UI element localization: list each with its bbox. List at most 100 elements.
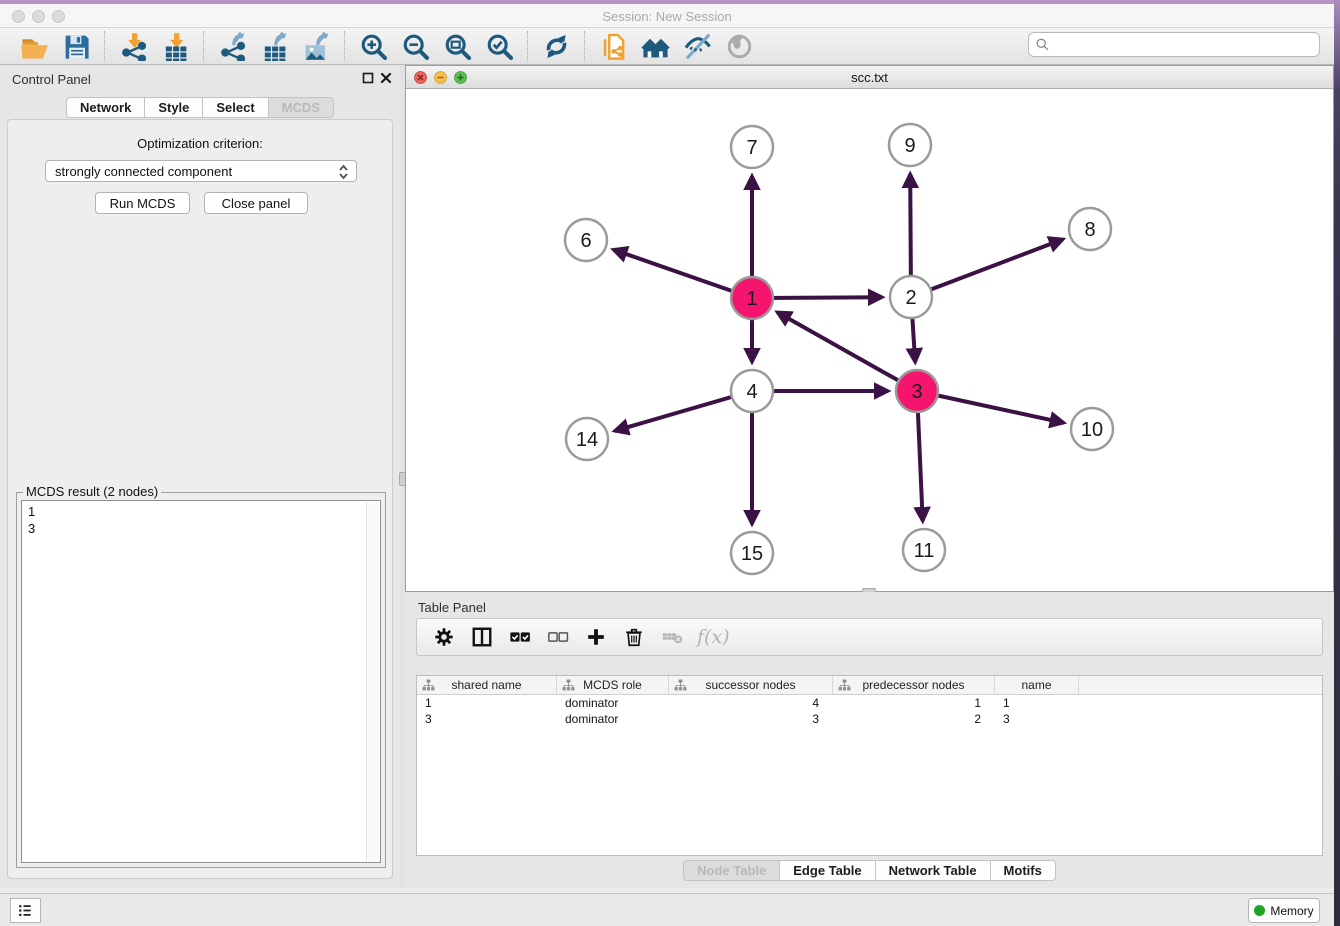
import-network-icon [119,32,148,61]
zoom-in-icon [359,32,388,61]
cell-successor-nodes[interactable]: 3 [669,711,833,727]
table-toolbar: f(x) [416,618,1323,656]
svg-text:1: 1 [746,288,757,310]
close-panel-icon[interactable] [380,72,392,84]
network-from-selection-button[interactable] [595,30,631,62]
column-type-icon [674,679,687,692]
tab-network[interactable]: Network [66,97,145,118]
edge-2-8[interactable] [911,239,1063,297]
tab-style[interactable]: Style [145,97,203,118]
tab-mcds[interactable]: MCDS [269,97,334,118]
memory-button[interactable]: Memory [1248,898,1320,923]
window-title: Session: New Session [0,9,1334,24]
network-canvas-svg[interactable]: 1 2 3 4 6 7 8 9 10 11 14 15 [406,89,1333,591]
show-hidden-button[interactable] [721,30,757,62]
mcds-result-text: 1 3 [28,503,35,537]
tab-node-table[interactable]: Node Table [683,860,780,881]
delete-column-button[interactable] [617,622,650,652]
column-layout-button[interactable] [465,622,498,652]
cell-successor-nodes[interactable]: 4 [669,695,833,711]
zoom-fit-button[interactable] [439,30,475,62]
deselect-all-rows-button[interactable] [541,622,574,652]
table-row[interactable]: 1dominator411 [417,695,1322,711]
svg-text:2: 2 [905,287,916,309]
desktop-edge-right [1334,0,1340,926]
task-history-button[interactable] [10,898,41,923]
search-input[interactable] [1050,35,1319,55]
node-14[interactable]: 14 [566,418,608,460]
import-table-button[interactable] [157,30,193,62]
column-type-icon [562,679,575,692]
import-table-icon [161,32,190,61]
result-scrollbar[interactable] [366,502,379,861]
zoom-selected-button[interactable] [481,30,517,62]
tab-motifs[interactable]: Motifs [991,860,1056,881]
node-6[interactable]: 6 [565,219,607,261]
svg-text:3: 3 [911,381,922,403]
table-row[interactable]: 3dominator323 [417,711,1322,727]
control-panel-titlebar: Control Panel [0,65,400,91]
cell-name[interactable]: 3 [995,711,1079,727]
node-15[interactable]: 15 [731,532,773,574]
cell-shared-name[interactable]: 1 [417,695,557,711]
cell-MCDS-role[interactable]: dominator [557,711,669,727]
tab-edge-table[interactable]: Edge Table [780,860,875,881]
edge-3-1[interactable] [777,312,917,391]
node-7[interactable]: 7 [731,126,773,168]
column-header-successor-nodes[interactable]: successor nodes [669,676,833,694]
delete-column-icon [623,626,645,648]
zoom-fit-icon [443,32,472,61]
node-10[interactable]: 10 [1071,408,1113,450]
task-list-icon [16,901,35,920]
node-4[interactable]: 4 [731,370,773,412]
apply-layout-icon [542,32,571,61]
node-1[interactable]: 1 [731,277,773,319]
apply-layout-button[interactable] [538,30,574,62]
select-all-rows-button[interactable] [503,622,536,652]
node-8[interactable]: 8 [1069,208,1111,250]
cell-predecessor-nodes[interactable]: 2 [833,711,995,727]
cell-shared-name[interactable]: 3 [417,711,557,727]
export-table-button[interactable] [256,30,292,62]
column-header-shared-name[interactable]: shared name [417,676,557,694]
first-neighbors-icon [641,32,670,61]
close-panel-button[interactable]: Close panel [204,192,308,214]
mcds-result-textarea[interactable]: 1 3 [21,500,381,863]
zoom-out-button[interactable] [397,30,433,62]
network-window-titlebar[interactable]: scc.txt [406,66,1333,89]
select-all-rows-icon [509,626,531,648]
node-3[interactable]: 3 [896,370,938,412]
criterion-dropdown-value: strongly connected component [55,164,232,179]
add-column-button[interactable] [579,622,612,652]
control-panel: Control Panel NetworkStyleSelectMCDS Opt… [0,65,400,888]
save-session-button[interactable] [58,30,94,62]
zoom-in-button[interactable] [355,30,391,62]
save-session-icon [62,32,91,61]
column-header-MCDS-role[interactable]: MCDS role [557,676,669,694]
export-image-button[interactable] [298,30,334,62]
tab-network-table[interactable]: Network Table [876,860,991,881]
first-neighbors-button[interactable] [637,30,673,62]
hide-selected-icon [683,32,712,61]
column-header-name[interactable]: name [995,676,1079,694]
settings-gear-button[interactable] [427,622,460,652]
network-view-window: scc.txt 1 2 3 4 6 7 8 9 10 11 14 15 [405,65,1334,592]
cell-name[interactable]: 1 [995,695,1079,711]
tab-select[interactable]: Select [203,97,268,118]
import-network-button[interactable] [115,30,151,62]
svg-text:8: 8 [1084,219,1095,241]
cell-MCDS-role[interactable]: dominator [557,695,669,711]
criterion-dropdown[interactable]: strongly connected component [45,160,357,182]
open-session-button[interactable] [16,30,52,62]
node-2[interactable]: 2 [890,276,932,318]
cell-predecessor-nodes[interactable]: 1 [833,695,995,711]
float-panel-icon[interactable] [362,72,374,84]
node-11[interactable]: 11 [903,529,945,571]
column-type-icon [838,679,851,692]
edge-3-10[interactable] [917,391,1064,423]
export-network-button[interactable] [214,30,250,62]
hide-selected-button[interactable] [679,30,715,62]
node-9[interactable]: 9 [889,124,931,166]
column-header-predecessor-nodes[interactable]: predecessor nodes [833,676,995,694]
run-mcds-button[interactable]: Run MCDS [95,192,190,214]
